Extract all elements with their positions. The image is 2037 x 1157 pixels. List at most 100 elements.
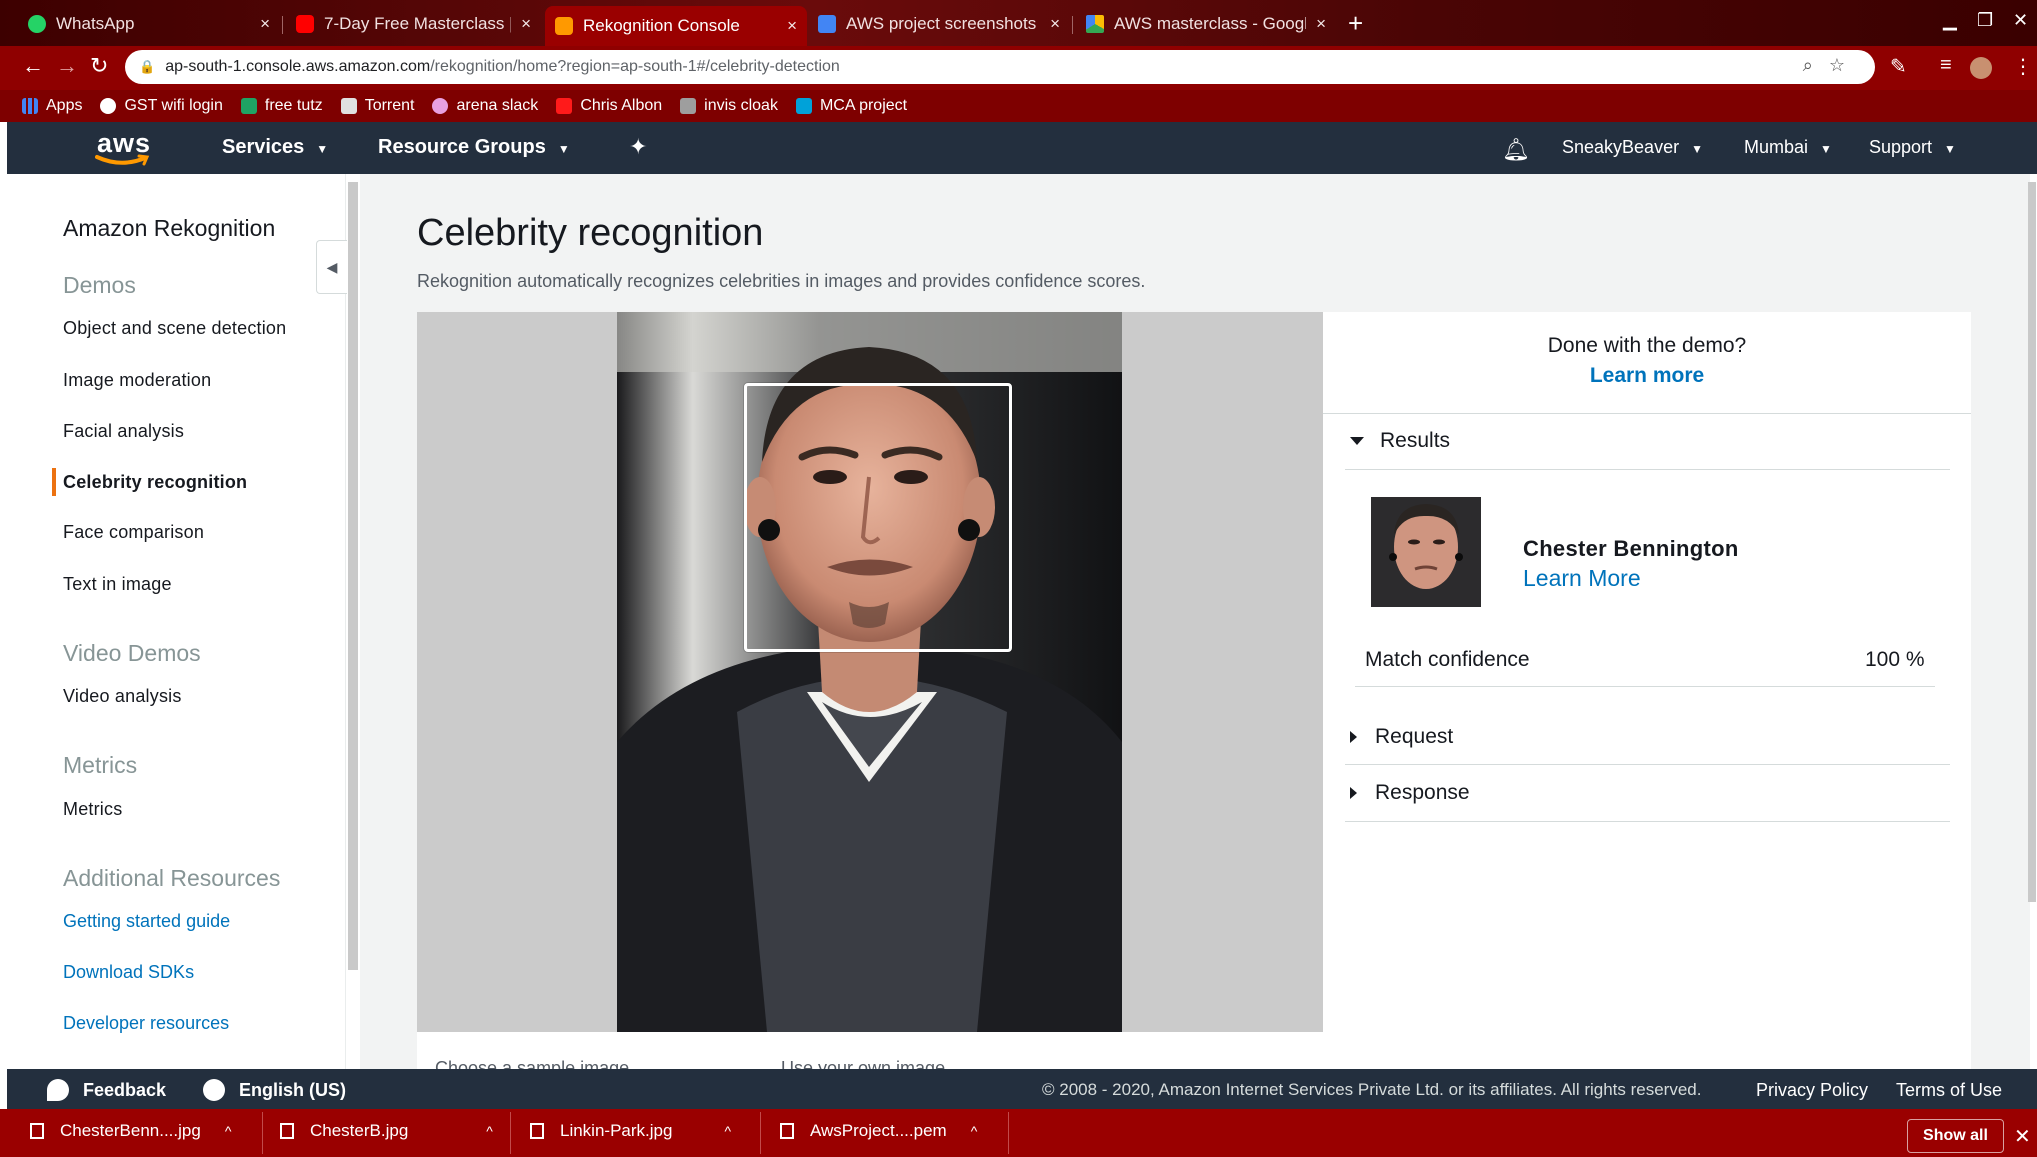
sidebar-item-video-analysis[interactable]: Video analysis bbox=[63, 686, 182, 707]
chevron-up-icon[interactable]: ^ bbox=[225, 1123, 232, 1139]
account-label: SneakyBeaver bbox=[1562, 137, 1680, 157]
browser-menu-icon[interactable]: ⋮ bbox=[2013, 54, 2033, 79]
globe-icon bbox=[100, 98, 117, 114]
celebrity-learn-more-link[interactable]: Learn More bbox=[1523, 565, 1641, 592]
torrent-icon bbox=[340, 98, 357, 114]
response-section-toggle[interactable]: Response bbox=[1350, 781, 1470, 805]
url-path: /rekognition/home?region=ap-south-1#/cel… bbox=[430, 58, 840, 75]
close-icon[interactable]: × bbox=[1050, 14, 1060, 34]
restore-icon[interactable]: ❐ bbox=[1977, 10, 1993, 31]
chevron-up-icon[interactable]: ^ bbox=[486, 1123, 493, 1139]
download-item[interactable]: ChesterBenn....jpg ^ bbox=[30, 1121, 231, 1141]
show-all-downloads-button[interactable]: Show all bbox=[1907, 1119, 2004, 1153]
terms-of-use-link[interactable]: Terms of Use bbox=[1896, 1080, 2002, 1101]
sidebar-collapse-button[interactable]: ◀ bbox=[316, 240, 347, 294]
tab-whatsapp[interactable]: WhatsApp × bbox=[18, 10, 280, 38]
bookmark-free-tutz[interactable]: free tutz bbox=[240, 97, 323, 115]
response-label: Response bbox=[1375, 781, 1470, 804]
download-item[interactable]: Linkin-Park.jpg ^ bbox=[530, 1121, 731, 1141]
sidebar-item-face-comparison[interactable]: Face comparison bbox=[63, 522, 204, 543]
sidebar-item-text-in-image[interactable]: Text in image bbox=[63, 574, 172, 595]
tab-rekognition-console[interactable]: Rekognition Console × bbox=[545, 6, 807, 46]
divider bbox=[1323, 413, 1971, 414]
window-close-icon[interactable]: ✕ bbox=[2013, 10, 2028, 31]
extension-icon[interactable]: ✎ bbox=[1890, 54, 1907, 79]
chevron-down-icon: ▼ bbox=[1691, 141, 1703, 156]
chevron-up-icon[interactable]: ^ bbox=[971, 1123, 978, 1139]
close-icon[interactable]: × bbox=[787, 16, 797, 36]
close-icon[interactable]: × bbox=[521, 14, 531, 34]
services-label: Services bbox=[222, 136, 305, 158]
tab-title: 7-Day Free Masterclass | D bbox=[324, 14, 512, 33]
sidebar-item-celebrity-recognition[interactable]: Celebrity recognition bbox=[63, 472, 247, 493]
close-icon[interactable]: × bbox=[260, 14, 270, 34]
sidebar-item-metrics[interactable]: Metrics bbox=[63, 799, 122, 820]
minimize-icon[interactable]: ▁ bbox=[1943, 10, 1957, 31]
request-section-toggle[interactable]: Request bbox=[1350, 725, 1453, 749]
sidebar-item-facial-analysis[interactable]: Facial analysis bbox=[63, 421, 184, 442]
download-separator bbox=[262, 1112, 263, 1154]
bookmark-label: Apps bbox=[46, 97, 83, 114]
support-menu[interactable]: Support ▼ bbox=[1869, 137, 1956, 158]
sidebar-item-image-moderation[interactable]: Image moderation bbox=[63, 370, 211, 391]
reload-icon[interactable]: ↻ bbox=[90, 53, 108, 79]
bookmark-apps[interactable]: Apps bbox=[22, 97, 82, 115]
globe-icon bbox=[203, 1079, 225, 1101]
chevron-down-icon: ▼ bbox=[1820, 141, 1832, 156]
bookmark-chris-albon[interactable]: Chris Albon bbox=[556, 97, 662, 115]
region-menu[interactable]: Mumbai ▼ bbox=[1744, 137, 1832, 158]
results-section-toggle[interactable]: Results bbox=[1350, 429, 1450, 453]
bookmark-arena-slack[interactable]: arena slack bbox=[432, 97, 538, 115]
tab-masterclass[interactable]: 7-Day Free Masterclass | D × bbox=[286, 10, 541, 38]
feedback-button[interactable]: Feedback bbox=[47, 1079, 166, 1101]
face-bounding-box[interactable] bbox=[744, 383, 1012, 652]
file-icon bbox=[780, 1123, 794, 1139]
media-control-icon[interactable]: ≡ bbox=[1940, 54, 1952, 77]
bookmark-label: GST wifi login bbox=[124, 97, 223, 114]
celebrity-thumbnail bbox=[1371, 497, 1481, 607]
download-item[interactable]: AwsProject....pem ^ bbox=[780, 1121, 977, 1141]
zoom-icon[interactable]: ⌕ bbox=[1803, 55, 1829, 75]
language-label: English (US) bbox=[239, 1079, 346, 1100]
sidebar-item-object-scene-detection[interactable]: Object and scene detection bbox=[63, 318, 286, 339]
sidebar-scrollbar[interactable] bbox=[348, 182, 358, 970]
bookmark-torrent[interactable]: Torrent bbox=[340, 97, 414, 115]
bookmark-star-icon[interactable]: ☆ bbox=[1829, 55, 1861, 75]
page-scrollbar[interactable] bbox=[2028, 182, 2036, 902]
bookmark-gst-wifi-login[interactable]: GST wifi login bbox=[100, 97, 223, 115]
tab-aws-masterclass[interactable]: AWS masterclass - Google × bbox=[1076, 10, 1336, 38]
browser-toolbar: ← → ↻ 🔒 ap-south-1.console.aws.amazon.co… bbox=[0, 46, 2037, 90]
language-selector[interactable]: English (US) bbox=[203, 1079, 346, 1101]
bookmark-mca-project[interactable]: MCA project bbox=[795, 97, 907, 115]
results-heading: Results bbox=[1380, 429, 1451, 452]
account-menu[interactable]: SneakyBeaver ▼ bbox=[1562, 137, 1703, 158]
bookmark-invis-cloak[interactable]: invis cloak bbox=[680, 97, 778, 115]
back-icon[interactable]: ← bbox=[22, 53, 44, 79]
sidebar-title[interactable]: Amazon Rekognition bbox=[63, 215, 275, 242]
link-getting-started-guide[interactable]: Getting started guide bbox=[63, 911, 230, 932]
link-developer-resources[interactable]: Developer resources bbox=[63, 1013, 229, 1034]
services-menu[interactable]: Services ▼ bbox=[222, 136, 328, 159]
link-download-sdks[interactable]: Download SDKs bbox=[63, 962, 194, 983]
new-tab-button[interactable]: + bbox=[1348, 8, 1363, 39]
aws-favicon-icon bbox=[555, 17, 573, 35]
download-item[interactable]: ChesterB.jpg ^ bbox=[280, 1121, 493, 1141]
pin-icon[interactable]: ✦ bbox=[629, 134, 647, 160]
notification-bell-icon[interactable]: 🔔︎ bbox=[1502, 137, 1530, 163]
address-bar[interactable]: 🔒 ap-south-1.console.aws.amazon.com/reko… bbox=[125, 50, 1875, 84]
learn-more-link[interactable]: Learn more bbox=[1323, 364, 1971, 388]
aws-logo[interactable]: aws bbox=[87, 128, 157, 168]
free-tutz-icon bbox=[240, 98, 257, 114]
chevron-up-icon[interactable]: ^ bbox=[724, 1123, 731, 1139]
tab-aws-project-screenshots[interactable]: AWS project screenshots × bbox=[808, 10, 1070, 38]
privacy-policy-link[interactable]: Privacy Policy bbox=[1756, 1080, 1868, 1101]
bookmark-label: free tutz bbox=[264, 97, 323, 114]
chevron-left-icon: ◀ bbox=[326, 258, 338, 275]
resource-groups-menu[interactable]: Resource Groups ▼ bbox=[378, 136, 570, 159]
download-separator bbox=[1008, 1112, 1009, 1154]
url-text: ap-south-1.console.aws.amazon.com/rekogn… bbox=[165, 58, 840, 76]
avatar[interactable] bbox=[1970, 57, 1992, 79]
forward-icon[interactable]: → bbox=[56, 53, 78, 79]
close-downloads-icon[interactable]: ✕ bbox=[2014, 1124, 2031, 1149]
close-icon[interactable]: × bbox=[1316, 14, 1326, 34]
